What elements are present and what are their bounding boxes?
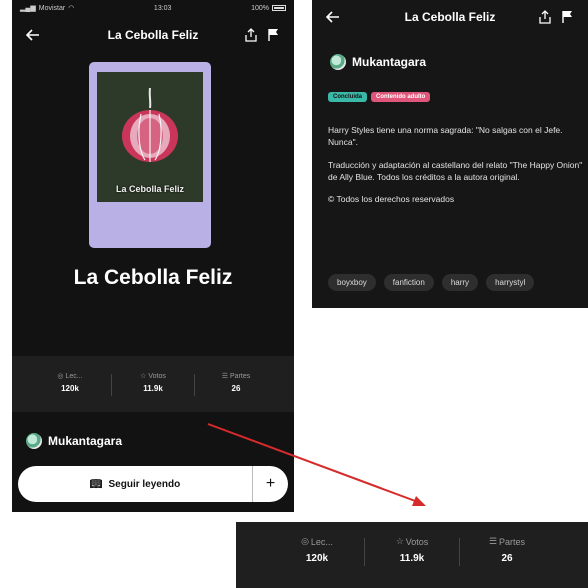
adult-content-badge: Contenido adulto <box>371 92 431 102</box>
signal-icon: ▂▄▆ <box>20 5 36 12</box>
reads-label-group: ◎ Lec... <box>301 536 333 547</box>
reads-label-group: ◎ Lec... <box>57 372 83 381</box>
description-paragraph: Traducción y adaptación al castellano de… <box>328 159 583 182</box>
parts-value: 26 <box>231 384 241 393</box>
avatar <box>26 433 42 449</box>
votes-stat: ☆ Votos 11.9k <box>132 372 174 412</box>
votes-value: 11.9k <box>399 553 425 564</box>
clock: 13:03 <box>153 4 172 12</box>
read-actions: 📖︎ Seguir leyendo + <box>18 466 288 502</box>
share-icon[interactable] <box>534 6 556 28</box>
continue-reading-label: Seguir leyendo <box>108 478 181 490</box>
carrier-label: Movistar <box>38 4 66 12</box>
divider <box>459 538 460 566</box>
tag-chip[interactable]: harrystyl <box>486 274 535 291</box>
reads-value: 120k <box>305 553 329 564</box>
cover-image: La Cebolla Feliz <box>97 72 203 202</box>
story-title: La Cebolla Feliz <box>73 266 233 289</box>
story-overview-screen: ▂▄▆ Movistar ◠ 13:03 100% La Cebolla Fel… <box>12 0 294 512</box>
completed-badge: Concluida <box>328 92 368 102</box>
description-paragraph: Harry Styles tiene una norma sagrada: "N… <box>328 125 563 148</box>
story-detail-screen: La Cebolla Feliz Mukantagara Concluida C… <box>312 0 588 308</box>
zoomed-stats-bar: ◎ Lec... 120k ☆ Votos 11.9k ☰ Partes 26 <box>236 522 588 588</box>
votes-label: Votos <box>405 536 429 547</box>
list-icon: ☰ <box>488 536 498 546</box>
parts-stat[interactable]: ☰ Partes 26 <box>215 372 257 412</box>
cover-subtitle <box>150 194 151 198</box>
detail-author-row[interactable]: Mukantagara <box>330 54 426 70</box>
plus-icon: + <box>265 475 276 492</box>
book-icon: 📖︎ <box>89 478 103 490</box>
share-icon[interactable] <box>240 24 262 46</box>
top-nav: La Cebolla Feliz <box>12 16 294 54</box>
battery-group: 100% <box>251 5 286 12</box>
parts-value: 26 <box>501 553 513 564</box>
composite-screenshot: ▂▄▆ Movistar ◠ 13:03 100% La Cebolla Fel… <box>0 0 588 588</box>
avatar <box>330 54 346 70</box>
eye-icon: ◎ <box>301 536 309 546</box>
star-icon: ☆ <box>140 373 147 380</box>
copyright-text: © Todos los derechos reservados <box>328 194 455 205</box>
list-icon: ☰ <box>221 373 229 380</box>
reads-label: Lec... <box>310 536 333 547</box>
tag-chip[interactable]: harry <box>441 274 479 291</box>
parts-label: Partes <box>230 372 251 380</box>
battery-icon <box>271 5 286 11</box>
onion-illustration <box>122 87 178 162</box>
author-name: Mukantagara <box>48 434 123 448</box>
status-bar: ▂▄▆ Movistar ◠ 13:03 100% <box>12 0 294 16</box>
detail-top-nav: La Cebolla Feliz <box>312 0 588 34</box>
flag-icon[interactable] <box>556 6 578 28</box>
votes-label-group: ☆ Votos <box>140 372 166 381</box>
detail-author-name: Mukantagara <box>352 55 427 69</box>
back-arrow-icon[interactable] <box>322 6 344 28</box>
parts-label: Partes <box>499 536 526 547</box>
add-to-list-button[interactable]: + <box>252 466 288 502</box>
eye-icon: ◎ <box>57 373 64 380</box>
votes-stat: ☆ Votos 11.9k <box>391 536 433 588</box>
tag-chip[interactable]: boyxboy <box>328 274 376 291</box>
tag-chip[interactable]: fanfiction <box>383 274 434 291</box>
divider <box>111 374 112 396</box>
flag-icon[interactable] <box>262 24 284 46</box>
cover-frame[interactable]: La Cebolla Feliz <box>89 62 211 248</box>
votes-label: Votos <box>148 372 166 380</box>
story-description: Harry Styles tiene una norma sagrada: "N… <box>328 124 584 216</box>
reads-label: Lec... <box>65 372 83 380</box>
continue-reading-button[interactable]: 📖︎ Seguir leyendo <box>18 466 252 502</box>
back-arrow-icon[interactable] <box>22 24 44 46</box>
reads-stat: ◎ Lec... 120k <box>49 372 91 412</box>
divider <box>364 538 365 566</box>
star-icon: ☆ <box>395 536 404 546</box>
battery-label: 100% <box>251 4 269 12</box>
cover-title: La Cebolla Feliz <box>115 184 184 194</box>
carrier-group: ▂▄▆ Movistar ◠ <box>20 4 75 13</box>
votes-value: 11.9k <box>143 384 163 393</box>
parts-stat[interactable]: ☰ Partes 26 <box>486 536 528 588</box>
divider <box>194 374 195 396</box>
tag-list: boyxboy fanfiction harry harrystyl <box>328 274 535 291</box>
wifi-icon: ◠ <box>68 5 75 12</box>
author-row[interactable]: Mukantagara <box>26 433 122 449</box>
parts-label-group: ☰ Partes <box>221 372 251 381</box>
reads-value: 120k <box>61 384 79 393</box>
parts-label-group: ☰ Partes <box>489 536 525 547</box>
stats-bar: ◎ Lec... 120k ☆ Votos 11.9k ☰ Partes 26 <box>12 356 294 412</box>
reads-stat: ◎ Lec... 120k <box>296 536 338 588</box>
status-badges: Concluida Contenido adulto <box>328 92 431 102</box>
votes-label-group: ☆ Votos <box>396 536 429 547</box>
